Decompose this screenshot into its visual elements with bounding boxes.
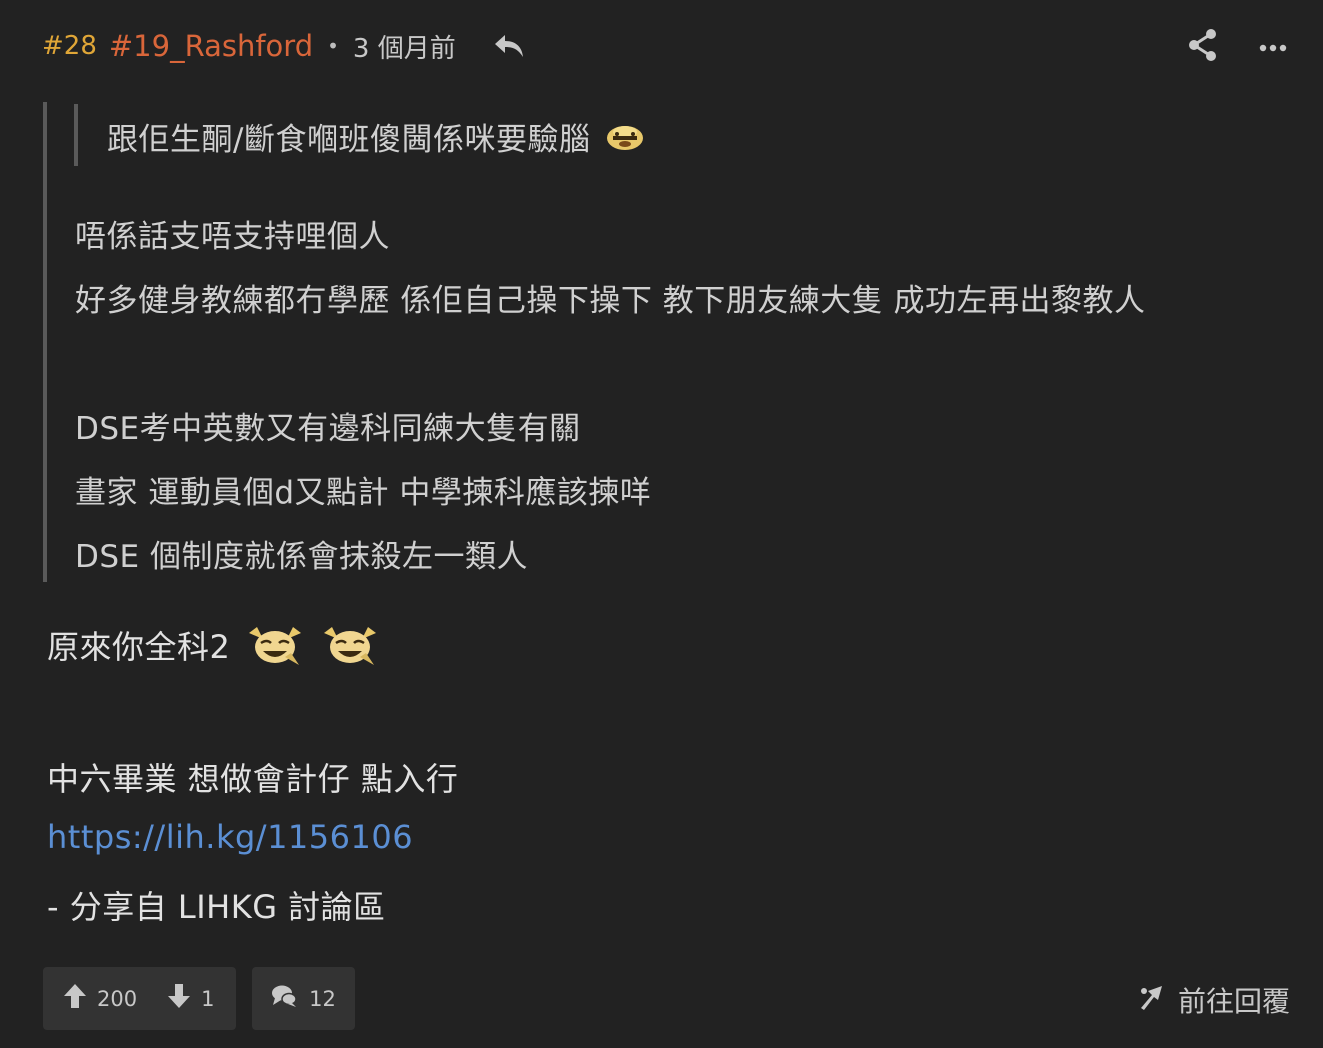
quote-line: 好多健身教練都冇學歷 係佢自己操下操下 教下朋友練大隻 成功左再出黎教人: [75, 283, 1146, 319]
arrow-down-icon: [167, 983, 191, 1014]
arrow-up-icon: [63, 983, 87, 1014]
share-link[interactable]: https://lih.kg/1156106: [47, 818, 413, 856]
body-line: 原來你全科2: [47, 622, 380, 675]
downvote-button[interactable]: 1: [167, 983, 214, 1014]
username[interactable]: #19_Rashford: [109, 29, 313, 63]
goto-reply-button[interactable]: 前往回覆: [1138, 980, 1290, 1020]
comment-count: 12: [309, 986, 336, 1011]
body-line: - 分享自 LIHKG 討論區: [47, 888, 386, 926]
body-text: 原來你全科2: [47, 628, 231, 666]
upvote-button[interactable]: 200: [63, 983, 137, 1014]
downvote-count: 1: [201, 986, 215, 1011]
goto-reply-label: 前往回覆: [1177, 985, 1290, 1018]
quote-bar-nested: [74, 104, 78, 166]
post-header: #28 #19_Rashford • 3 個月前: [42, 26, 526, 66]
quote-line: 唔係話支唔支持哩個人: [75, 219, 390, 255]
floor-number[interactable]: #28: [42, 31, 97, 61]
quote-line: DSE考中英數又有邊科同練大隻有關: [75, 411, 581, 447]
quote-bar-outer: [43, 102, 47, 582]
body-line: 中六畢業 想做會計仔 點入行: [47, 760, 459, 798]
post-time: 3 個月前: [352, 33, 456, 64]
post-card: #28 #19_Rashford • 3 個月前 跟佢生酮/斷食嗰班傻閪係咪要驗…: [0, 0, 1323, 1048]
face-emoji-icon: [605, 122, 645, 162]
vote-box: 200 1: [43, 967, 236, 1030]
comments-button[interactable]: 12: [252, 967, 355, 1030]
laughing-goblin-emoji-icon: [245, 623, 305, 675]
more-dots-icon[interactable]: [1259, 38, 1287, 57]
nested-quote-line: 跟佢生酮/斷食嗰班傻閪係咪要驗腦: [107, 122, 591, 158]
laughing-goblin-emoji-icon: [320, 623, 380, 675]
speech-bubble-icon: [271, 984, 297, 1013]
header-actions: [1187, 28, 1287, 66]
upvote-count: 200: [97, 986, 138, 1011]
share-icon[interactable]: [1187, 28, 1219, 66]
quote-line: DSE 個制度就係會抹殺左一類人: [75, 539, 528, 575]
nested-quote-text: 跟佢生酮/斷食嗰班傻閪係咪要驗腦: [107, 114, 645, 162]
quote-line: 畫家 運動員個d又點計 中學揀科應該揀咩: [75, 475, 652, 511]
reply-arrow-icon[interactable]: [492, 31, 526, 61]
reply-jump-icon: [1138, 983, 1168, 1018]
separator-dot: •: [327, 34, 339, 58]
